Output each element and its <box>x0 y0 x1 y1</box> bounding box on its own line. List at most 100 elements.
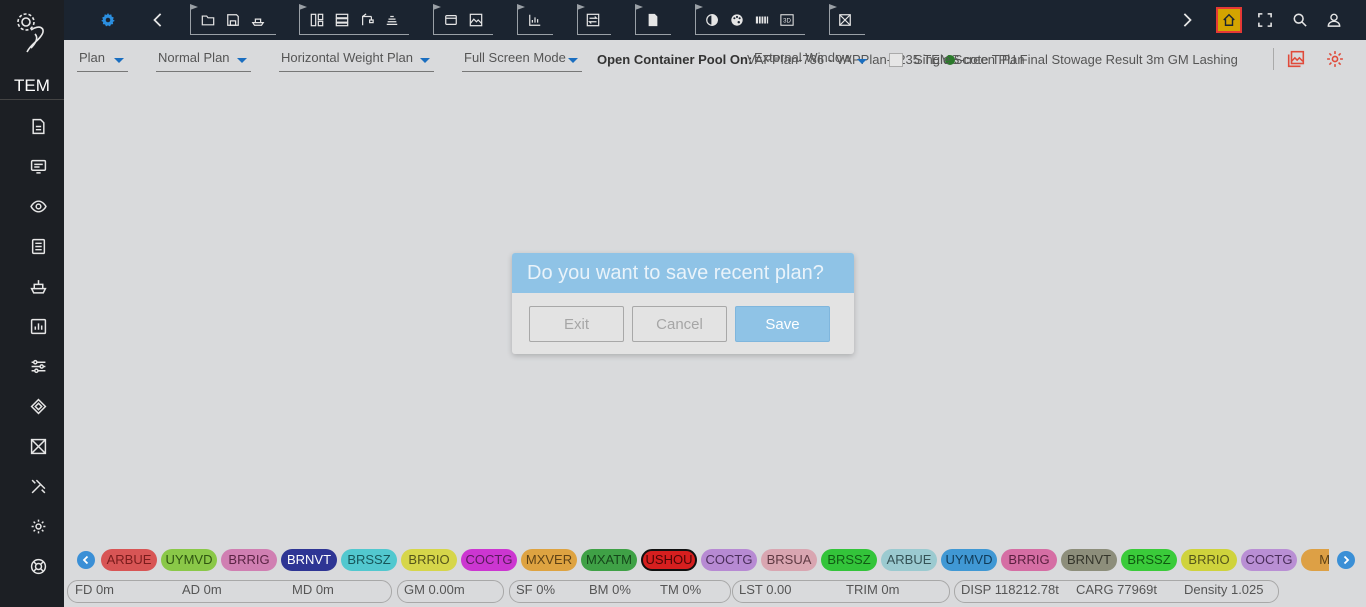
container-grid-icon[interactable] <box>752 10 772 30</box>
port-chip[interactable]: BRSSZ <box>821 549 877 571</box>
plan-type-dropdown[interactable]: Normal Plan <box>156 50 251 72</box>
port-chip[interactable]: ARBUE <box>101 549 157 571</box>
contrast-icon[interactable] <box>702 10 722 30</box>
port-chip[interactable]: UYMVD <box>161 549 217 571</box>
port-chip[interactable]: USHOU <box>641 549 697 571</box>
chevron-down-icon[interactable] <box>857 59 867 64</box>
brand-label: TEM <box>0 72 64 100</box>
port-chip-list: ARBUE UYMVD BRRIG BRNVT BRSSZ BRRIO COCTG MXVER… <box>101 548 1329 572</box>
plan-dropdown-label: Plan <box>79 50 106 65</box>
fullscreen-icon[interactable] <box>1255 10 1275 30</box>
gallery-icon[interactable] <box>1285 48 1307 70</box>
stability-status-bar: FD 0m AD 0m MD 0m GM 0.00m SF 0% BM 0% T… <box>64 578 1366 604</box>
port-chip[interactable]: BRSSZ <box>341 549 397 571</box>
search-icon[interactable] <box>1290 10 1310 30</box>
settings-gear-icon[interactable] <box>98 10 118 30</box>
checklist-icon[interactable] <box>24 232 52 260</box>
port-chip[interactable]: BRSUA <box>761 549 817 571</box>
svg-text:3D: 3D <box>783 18 791 25</box>
lashing-icon[interactable] <box>835 10 855 30</box>
port-chip[interactable]: MX <box>1301 549 1329 571</box>
sliders-icon[interactable] <box>24 352 52 380</box>
port-chip[interactable]: ARBUE <box>881 549 937 571</box>
left-sidebar: TEM <box>0 0 64 607</box>
user-icon[interactable] <box>1324 10 1344 30</box>
port-chip[interactable]: MXVER <box>521 549 577 571</box>
settings-alert-icon[interactable] <box>1324 48 1346 70</box>
port-chip[interactable]: BRRIO <box>1181 549 1237 571</box>
external-window-checkbox[interactable] <box>889 53 903 67</box>
plan-options-bar: Plan Normal Plan Horizontal Weight Plan … <box>64 40 1366 76</box>
ship-icon[interactable] <box>24 272 52 300</box>
3d-view-icon[interactable]: 3D <box>777 10 797 30</box>
md-value: MD 0m <box>292 582 334 597</box>
report-icon[interactable] <box>643 10 663 30</box>
plan-type-label: Normal Plan <box>158 50 230 65</box>
scroll-left-icon[interactable] <box>77 551 95 569</box>
tm-value: TM 0% <box>660 582 702 597</box>
forward-chevron-icon[interactable] <box>1177 10 1197 30</box>
swap-icon[interactable] <box>583 10 603 30</box>
gm-value: GM 0.00m <box>404 582 465 597</box>
port-chip[interactable]: BRSSZ <box>1121 549 1177 571</box>
back-chevron-icon[interactable] <box>148 10 168 30</box>
carg-value: CARG 77969t <box>1076 582 1157 597</box>
chevron-down-icon <box>237 58 247 63</box>
cancel-button[interactable]: Cancel <box>632 306 727 342</box>
app-logo <box>0 0 64 64</box>
port-chip[interactable]: BRNVT <box>1061 549 1117 571</box>
dialog-title: Do you want to save recent plan? <box>512 253 854 293</box>
chevron-down-icon <box>420 58 430 63</box>
crane-icon[interactable] <box>357 10 377 30</box>
plan-dropdown[interactable]: Plan <box>77 50 128 72</box>
crosshair-icon[interactable] <box>24 432 52 460</box>
chevron-down-icon <box>568 58 578 63</box>
trim-value: TRIM 0m <box>846 582 900 597</box>
exit-button[interactable]: Exit <box>529 306 624 342</box>
save-icon[interactable] <box>223 10 243 30</box>
toolbar-divider <box>1273 48 1274 70</box>
image-icon[interactable] <box>466 10 486 30</box>
port-chip[interactable]: BRNVT <box>281 549 337 571</box>
density-value: Density 1.025 <box>1184 582 1264 597</box>
gear-icon[interactable] <box>24 512 52 540</box>
ship-load-icon[interactable] <box>248 10 268 30</box>
columns-icon[interactable] <box>307 10 327 30</box>
weight-plan-dropdown[interactable]: Horizontal Weight Plan <box>279 50 434 72</box>
draft-box <box>67 580 392 603</box>
port-chip[interactable]: BRRIG <box>221 549 277 571</box>
single-screen-label: Single Screen Plan <box>914 52 1025 67</box>
eye-icon[interactable] <box>24 192 52 220</box>
tools-icon[interactable] <box>24 472 52 500</box>
port-rotation-bar: ARBUE UYMVD BRRIG BRNVT BRSSZ BRRIO COCTG MXVER… <box>64 548 1366 572</box>
lifebuoy-icon[interactable] <box>24 552 52 580</box>
save-plan-dialog: Do you want to save recent plan? Exit Ca… <box>512 253 854 354</box>
sf-value: SF 0% <box>516 582 556 597</box>
document-icon[interactable] <box>24 112 52 140</box>
port-chip[interactable]: BRRIO <box>401 549 457 571</box>
screen-mode-label: Full Screen Mode <box>464 50 566 65</box>
top-toolbar: 3D <box>64 0 1366 40</box>
palette-icon[interactable] <box>727 10 747 30</box>
bar-chart-icon[interactable] <box>24 312 52 340</box>
diamond-icon[interactable] <box>24 392 52 420</box>
port-chip[interactable]: COCTG <box>461 549 517 571</box>
stack-icon[interactable] <box>382 10 402 30</box>
chart-icon[interactable] <box>525 10 545 30</box>
weight-plan-label: Horizontal Weight Plan <box>281 50 413 65</box>
window-icon[interactable] <box>441 10 461 30</box>
scroll-right-icon[interactable] <box>1337 551 1355 569</box>
port-chip[interactable]: COCTG <box>1241 549 1297 571</box>
lst-value: LST 0.00 <box>739 582 792 597</box>
port-chip[interactable]: COCTG <box>701 549 757 571</box>
container-pool-label: Open Container Pool On: <box>597 52 753 67</box>
port-chip[interactable]: MXATM <box>581 549 637 571</box>
port-chip[interactable]: BRRIG <box>1001 549 1057 571</box>
screen-mode-dropdown[interactable]: Full Screen Mode <box>462 50 582 72</box>
port-chip[interactable]: UYMVD <box>941 549 997 571</box>
monitor-icon[interactable] <box>24 152 52 180</box>
rows-icon[interactable] <box>332 10 352 30</box>
home-icon[interactable] <box>1216 7 1242 33</box>
save-button[interactable]: Save <box>735 306 830 342</box>
folder-open-icon[interactable] <box>198 10 218 30</box>
